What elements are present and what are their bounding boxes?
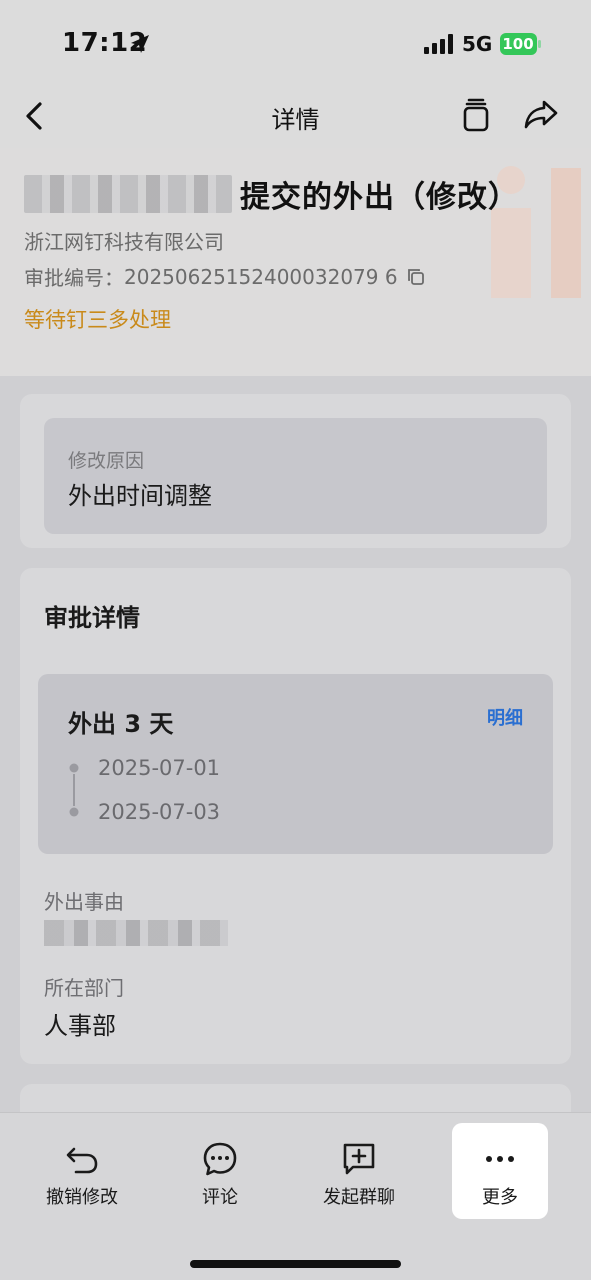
bottom-action-bar: 撤销修改 评论 发起群聊 更多 <box>0 1112 591 1280</box>
serial-row: 审批编号： 20250625152400032079 6 <box>24 262 426 291</box>
detail-link[interactable]: 明细 <box>487 704 523 730</box>
start-group-chat-button[interactable]: 发起群聊 <box>311 1123 407 1219</box>
trip-summary-box: 外出 3 天 明细 2025-07-01 2025-07-03 <box>38 674 553 854</box>
copy-document-icon[interactable] <box>460 96 492 134</box>
share-icon[interactable] <box>522 96 560 132</box>
approval-status: 等待钉三多处理 <box>24 308 171 332</box>
revoke-modification-button[interactable]: 撤销修改 <box>34 1123 130 1219</box>
trip-duration: 外出 3 天 <box>68 710 174 738</box>
section-title: 审批详情 <box>44 604 140 632</box>
end-date: 2025-07-03 <box>98 800 221 824</box>
location-arrow-icon <box>131 35 149 53</box>
status-bar: 17:12 5G 100 <box>0 0 591 88</box>
modify-reason-box: 修改原因 外出时间调整 <box>44 418 547 534</box>
group-chat-icon <box>343 1143 375 1175</box>
submitter-name-redacted <box>24 175 232 213</box>
more-icon <box>486 1156 514 1162</box>
trip-reason-redacted <box>44 920 228 946</box>
undo-icon <box>66 1147 98 1174</box>
modify-reason-label: 修改原因 <box>68 450 145 472</box>
modify-reason-card: 修改原因 外出时间调整 <box>20 394 571 548</box>
group-chat-label: 发起群聊 <box>323 1187 395 1208</box>
approval-title: 提交的外出（修改） <box>240 180 519 215</box>
more-button[interactable]: 更多 <box>452 1123 548 1219</box>
timeline-icon <box>69 763 79 817</box>
approval-title-row: 提交的外出（修改） <box>24 172 519 216</box>
company-name: 浙江网钉科技有限公司 <box>24 230 224 254</box>
department-label: 所在部门 <box>44 976 124 1000</box>
start-date: 2025-07-01 <box>98 756 221 780</box>
department-value: 人事部 <box>44 1012 116 1040</box>
home-indicator[interactable] <box>190 1260 401 1268</box>
revoke-label: 撤销修改 <box>46 1187 118 1208</box>
page-title: 详情 <box>271 106 320 134</box>
approval-header: 提交的外出（修改） 浙江网钉科技有限公司 审批编号： 2025062515240… <box>0 148 591 376</box>
serial-label: 审批编号： <box>24 266 124 290</box>
comment-label: 评论 <box>202 1187 238 1208</box>
signal-icon <box>424 34 453 54</box>
comment-icon <box>203 1142 237 1176</box>
network-label: 5G <box>462 32 493 56</box>
nav-bar: 详情 <box>0 88 591 148</box>
comment-button[interactable]: 评论 <box>172 1123 268 1219</box>
modify-reason-value: 外出时间调整 <box>68 482 212 510</box>
trip-reason-label: 外出事由 <box>44 890 124 914</box>
serial-number: 20250625152400032079 6 <box>124 264 398 289</box>
more-label: 更多 <box>482 1187 518 1208</box>
copy-icon[interactable] <box>406 267 426 287</box>
battery-level: 100 <box>502 35 534 53</box>
approval-detail-card: 审批详情 外出 3 天 明细 2025-07-01 2025-07-03 外出事… <box>20 568 571 1064</box>
